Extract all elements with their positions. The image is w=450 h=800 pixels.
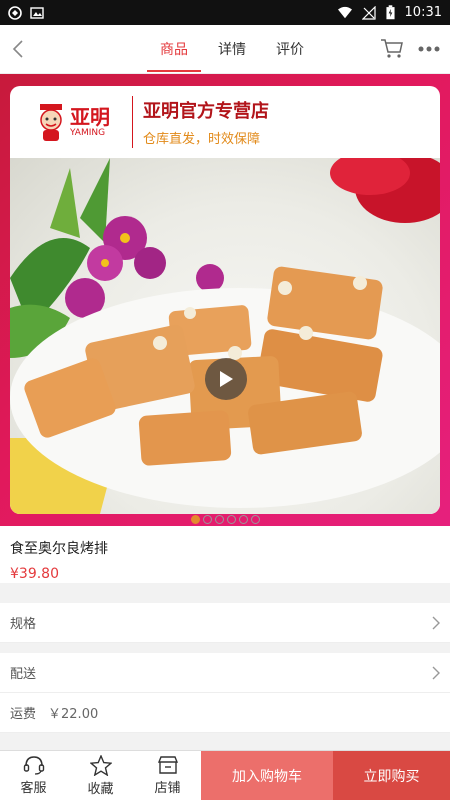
shipping-label: 运费 (10, 707, 37, 722)
logo-chinese: 亚明 (70, 104, 110, 129)
food-illustration (10, 158, 440, 514)
brand-logo: 亚明 YAMING (36, 97, 126, 147)
product-info: 食至奥尔良烤排 ¥39.80 (0, 526, 450, 583)
status-bar: 10:31 (0, 0, 450, 25)
carousel-dot[interactable] (250, 514, 260, 524)
tab-goods[interactable]: 商品 (145, 25, 203, 74)
product-name: 食至奥尔良烤排 (10, 541, 108, 557)
shipping-value: ￥22.00 (48, 707, 99, 722)
store-name: 亚明官方专营店 (143, 101, 269, 122)
spec-section: 规格 (0, 603, 450, 643)
play-icon (220, 371, 233, 387)
customer-service-button[interactable]: 客服 (0, 751, 67, 800)
back-icon (12, 40, 23, 58)
more-icon[interactable] (418, 46, 440, 52)
back-button[interactable] (0, 25, 36, 74)
carousel-dot[interactable] (238, 514, 248, 524)
shop-label: 店铺 (154, 781, 181, 796)
mascot-icon (40, 104, 62, 141)
tab-details[interactable]: 详情 (203, 25, 261, 74)
carousel-dot[interactable] (202, 514, 212, 524)
favorite-button[interactable]: 收藏 (67, 751, 134, 800)
delivery-label: 配送 (10, 667, 37, 682)
chevron-right-icon (432, 616, 440, 629)
carousel-dot[interactable] (190, 514, 200, 524)
bottom-action-bar: 客服 收藏 店铺 加入购物车 立即购买 (0, 750, 450, 800)
play-video-button[interactable] (205, 358, 247, 400)
product-price: ¥39.80 (10, 566, 59, 582)
top-nav: 商品 详情 评价 (0, 25, 450, 74)
star-icon (89, 754, 112, 776)
product-image-carousel[interactable]: 亚明 YAMING 亚明官方专营店 仓库直发，时效保障 (0, 74, 450, 526)
store-slogan: 仓库直发，时效保障 (143, 132, 261, 147)
headset-icon (23, 756, 44, 775)
chevron-right-icon (432, 666, 440, 679)
tab-reviews[interactable]: 评价 (261, 25, 319, 74)
shop-icon (157, 756, 178, 774)
buy-now-button[interactable]: 立即购买 (333, 751, 450, 800)
banner-card: 亚明 YAMING 亚明官方专营店 仓库直发，时效保障 (10, 86, 440, 514)
product-tabs: 商品 详情 评价 (145, 25, 319, 74)
logo-english: YAMING (70, 127, 106, 138)
shipping-fee-row: 运费 ￥22.00 (0, 693, 450, 733)
signal-icon (361, 5, 376, 20)
favorite-label: 收藏 (87, 781, 114, 797)
service-label: 客服 (20, 781, 47, 796)
shop-button[interactable]: 店铺 (134, 751, 201, 800)
carousel-dot[interactable] (226, 514, 236, 524)
wifi-icon (337, 6, 352, 18)
app-notification-icon (8, 5, 22, 20)
cart-icon[interactable] (380, 38, 404, 60)
clock: 10:31 (404, 5, 442, 20)
product-page: 10:31 商品 详情 评价 亚明 YAMING 亚明官方专营店 仓库直发，时效… (0, 0, 450, 800)
carousel-dot[interactable] (214, 514, 224, 524)
add-to-cart-button[interactable]: 加入购物车 (201, 751, 333, 800)
product-photo (10, 158, 440, 514)
carousel-indicator (0, 512, 450, 526)
battery-icon (385, 5, 395, 20)
image-notification-icon (30, 6, 44, 19)
delivery-section: 配送 运费 ￥22.00 (0, 653, 450, 733)
spec-label: 规格 (10, 617, 37, 632)
brand-header: 亚明 YAMING 亚明官方专营店 仓库直发，时效保障 (10, 86, 440, 158)
divider (132, 96, 133, 148)
spec-row[interactable]: 规格 (0, 603, 450, 643)
delivery-row[interactable]: 配送 (0, 653, 450, 693)
